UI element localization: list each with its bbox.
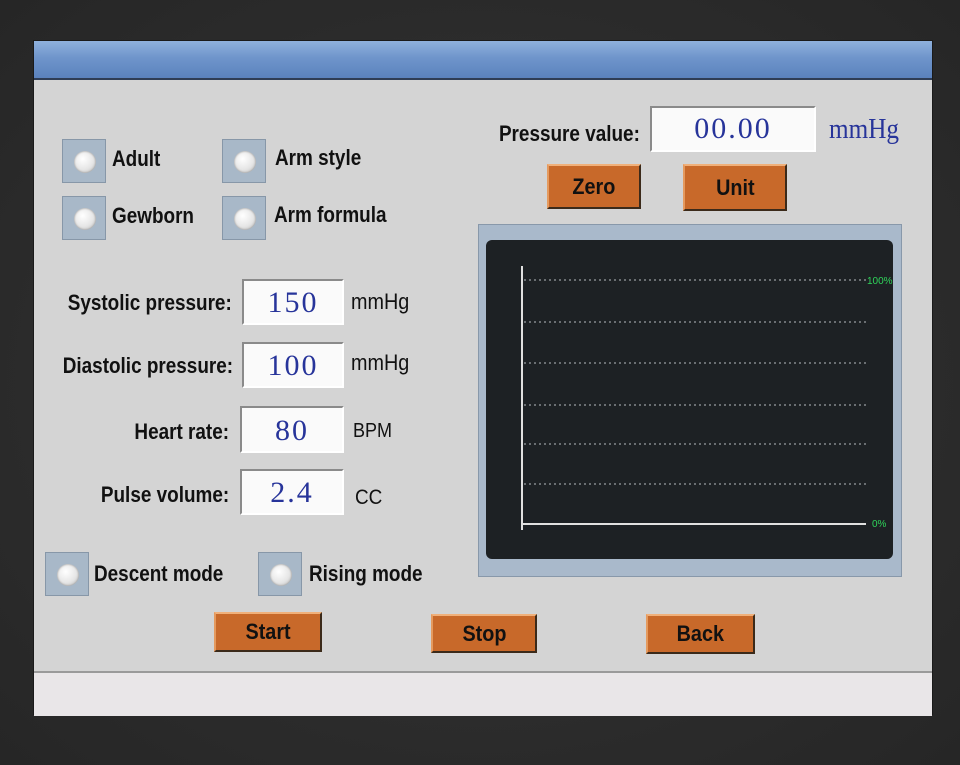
systolic-label: Systolic pressure: <box>67 290 232 315</box>
adult-label: Adult <box>112 146 161 171</box>
systolic-input[interactable]: 150 <box>242 279 344 325</box>
diastolic-input[interactable]: 100 <box>242 342 344 388</box>
pulse-volume-unit: CC <box>355 486 383 509</box>
pressure-value-label: Pressure value: <box>499 121 640 146</box>
pressure-value-display: 00.00 <box>650 106 816 152</box>
pulse-volume-label: Pulse volume: <box>100 482 229 507</box>
status-bar <box>34 671 932 716</box>
radio-dot-icon <box>74 208 96 230</box>
gewborn-radio[interactable] <box>62 196 106 240</box>
zero-button[interactable]: Zero <box>547 164 641 209</box>
back-button-label: Back <box>676 621 725 646</box>
graph-svg: 100% 0% <box>521 266 893 530</box>
heart-rate-unit: BPM <box>353 420 393 442</box>
diastolic-label: Diastolic pressure: <box>62 353 233 378</box>
arm-formula-label: Arm formula <box>274 202 387 227</box>
back-button[interactable]: Back <box>646 614 755 654</box>
unit-button-label: Unit <box>715 175 755 200</box>
pressure-unit: mmHg <box>829 114 900 145</box>
heart-rate-label: Heart rate: <box>134 419 229 444</box>
gewborn-label: Gewborn <box>112 203 194 228</box>
radio-dot-icon <box>57 564 79 586</box>
pulse-volume-input[interactable]: 2.4 <box>240 469 344 515</box>
rising-mode-radio[interactable] <box>258 552 302 596</box>
systolic-unit: mmHg <box>351 289 410 314</box>
unit-button[interactable]: Unit <box>683 164 787 211</box>
zero-button-label: Zero <box>572 174 616 199</box>
stop-button[interactable]: Stop <box>431 614 537 653</box>
arm-style-radio[interactable] <box>222 139 266 183</box>
radio-dot-icon <box>74 151 96 173</box>
rising-mode-label: Rising mode <box>309 561 423 586</box>
arm-formula-radio[interactable] <box>222 196 266 240</box>
heart-rate-input[interactable]: 80 <box>240 406 344 453</box>
stop-button-label: Stop <box>461 621 506 646</box>
start-button-label: Start <box>245 619 291 644</box>
start-button[interactable]: Start <box>214 612 322 652</box>
adult-radio[interactable] <box>62 139 106 183</box>
graph-min-label: 0% <box>872 519 887 530</box>
radio-dot-icon <box>234 151 256 173</box>
pressure-graph: 100% 0% <box>486 240 893 559</box>
graph-max-label: 100% <box>867 276 893 287</box>
title-bar <box>34 41 932 80</box>
descent-mode-label: Descent mode <box>94 561 224 586</box>
descent-mode-radio[interactable] <box>45 552 89 596</box>
arm-style-label: Arm style <box>275 145 362 170</box>
diastolic-unit: mmHg <box>351 350 410 375</box>
radio-dot-icon <box>234 208 256 230</box>
radio-dot-icon <box>270 564 292 586</box>
graph-gridlines <box>524 279 866 485</box>
